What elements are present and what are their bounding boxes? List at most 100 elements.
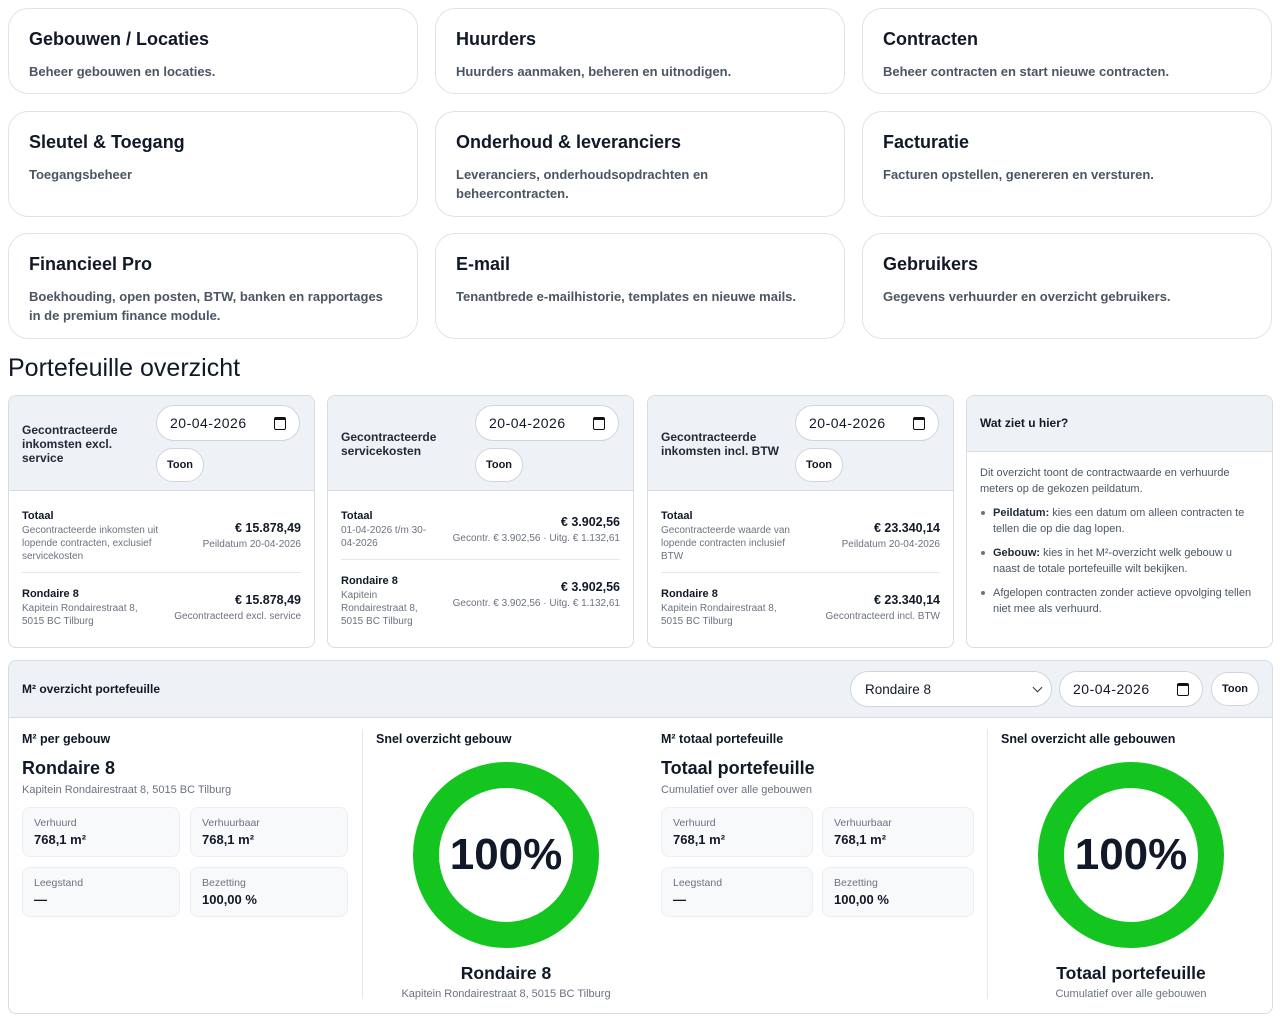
building-name: Rondaire 8 — [22, 758, 116, 778]
tile-title: E-mail — [456, 254, 511, 274]
row-sub: Gecontracteerde inkomsten uit lopende co… — [22, 525, 159, 562]
tile-desc: Toegangsbeheer — [29, 167, 133, 182]
tiles-row-1: Gebouwen / Locaties Beheer gebouwen en lo… — [8, 8, 1273, 94]
tile-desc: Beheer contracten en start nieuwe contra… — [883, 64, 1170, 79]
tiles-row-2: Sleutel & Toegang Toegangsbeheer Onderhou… — [8, 111, 1273, 217]
calendar-icon[interactable] — [1177, 683, 1189, 696]
list-item: Afgelopen contracten zonder actieve opvo… — [980, 585, 1259, 617]
calendar-icon[interactable] — [274, 417, 286, 430]
tile-email[interactable]: E-mail Tenantbrede e-mailhistorie, templa… — [435, 233, 845, 339]
building-address: Kapitein Rondairestraat 8, 5015 BC Tilbu… — [22, 784, 232, 796]
stat-verhuurbaar: Verhuurbaar 768,1 m² — [822, 807, 974, 857]
info-card: Wat ziet u hier? Dit overzicht toont de … — [966, 395, 1273, 648]
date-value: 20-04-2026 — [809, 415, 886, 431]
date-input[interactable]: 20-04-2026 — [156, 405, 300, 441]
list-item: Gebouw: kies in het M²-overzicht welk ge… — [980, 545, 1259, 577]
tile-gebouwen[interactable]: Gebouwen / Locaties Beheer gebouwen en lo… — [8, 8, 418, 94]
occupancy-ring: 100% — [1038, 762, 1224, 948]
row-meta: Peildatum 20-04-2026 — [202, 539, 301, 550]
row-amount: € 23.340,14 — [873, 521, 940, 535]
tile-onderhoud[interactable]: Onderhoud & leveranciers Leveranciers, on… — [435, 111, 845, 217]
chevron-down-icon — [1032, 682, 1043, 693]
total-row: Totaal Gecontracteerde inkomsten uit lop… — [22, 510, 301, 563]
row-amount: € 23.340,14 — [873, 593, 940, 607]
col-header: M² totaal portefeuille — [661, 732, 784, 746]
tile-title: Financieel Pro — [29, 254, 153, 274]
show-button[interactable]: Toon — [475, 448, 523, 482]
calendar-icon[interactable] — [913, 417, 925, 430]
tile-title: Gebruikers — [883, 254, 979, 274]
row-meta: Gecontracteerd excl. service — [174, 611, 301, 622]
ring-name: Rondaire 8 — [460, 963, 552, 983]
tile-title: Facturatie — [883, 132, 970, 152]
info-body: Dit overzicht toont de contractwaarde en… — [967, 452, 1272, 638]
info-intro: Dit overzicht toont de contractwaarde en… — [980, 467, 1230, 495]
m2-quick-all-col: Snel overzicht alle gebouwen 100% Totaal… — [988, 718, 1272, 1013]
date-value: 20-04-2026 — [170, 415, 247, 431]
show-button[interactable]: Toon — [156, 448, 204, 482]
ring-name: Totaal portefeuille — [1056, 963, 1206, 983]
row-sub: Gecontracteerde waarde van lopende contr… — [661, 525, 790, 562]
m2-title: M² overzicht portefeuille — [22, 682, 161, 696]
date-input[interactable]: 20-04-2026 — [795, 405, 939, 441]
tile-huurders[interactable]: Huurders Huurders aanmaken, beheren en ui… — [435, 8, 845, 94]
col-header: Snel overzicht gebouw — [376, 732, 512, 746]
row-meta: Gecontr. € 3.902,56 · Uitg. € 1.132,61 — [452, 598, 620, 609]
row-sub: Kapitein Rondairestraat 8, 5015 BC Tilbu… — [661, 603, 777, 627]
tile-title: Gebouwen / Locaties — [29, 29, 210, 49]
tile-financieel[interactable]: Financieel Pro Boekhouding, open posten, … — [8, 233, 418, 339]
card-income-excl: Gecontracteerde inkomsten excl. service … — [8, 395, 315, 648]
stat-bezetting: Bezetting 100,00 % — [190, 867, 348, 917]
m2-header: M² overzicht portefeuille Rondaire 8 20-… — [9, 661, 1272, 718]
tile-sleutel[interactable]: Sleutel & Toegang Toegangsbeheer — [8, 111, 418, 217]
tile-desc: Gegevens verhuurder en overzicht gebruik… — [883, 289, 1171, 304]
stat-verhuurbaar: Verhuurbaar 768,1 m² — [190, 807, 348, 857]
tile-desc: Boekhouding, open posten, BTW, banken en… — [29, 289, 383, 323]
m2-portfolio-col: M² totaal portefeuille Totaal portefeuil… — [648, 718, 987, 1013]
show-button[interactable]: Toon — [795, 448, 843, 482]
divider — [341, 559, 620, 560]
row-amount: € 3.902,56 — [560, 580, 620, 594]
stat-verhuurd: Verhuurd 768,1 m² — [22, 807, 180, 857]
portfolio-sub: Cumulatief over alle gebouwen — [661, 784, 813, 796]
portfolio-name: Totaal portefeuille — [661, 758, 815, 778]
date-value: 20-04-2026 — [1073, 681, 1150, 697]
calendar-icon[interactable] — [593, 417, 605, 430]
tile-contracten[interactable]: Contracten Beheer contracten en start nie… — [862, 8, 1272, 94]
show-button[interactable]: Toon — [1211, 672, 1259, 706]
card-title: Gecontracteerde servicekosten — [341, 430, 437, 458]
building-row: Rondaire 8 Kapitein Rondairestraat 8, 50… — [661, 588, 940, 628]
row-sub: 01-04-2026 t/m 30-04-2026 — [341, 525, 427, 549]
stat-leegstand: Leegstand — — [661, 867, 813, 917]
date-input[interactable]: 20-04-2026 — [1059, 671, 1203, 707]
section-title: Portefeuille overzicht — [8, 354, 241, 382]
tile-title: Contracten — [883, 29, 979, 49]
row-sub: Kapitein Rondairestraat 8, 5015 BC Tilbu… — [341, 590, 418, 627]
tile-desc: Tenantbrede e-mailhistorie, templates en… — [456, 289, 797, 304]
row-amount: € 15.878,49 — [234, 521, 301, 535]
card-service-costs: Gecontracteerde servicekosten 20-04-2026… — [327, 395, 634, 648]
row-amount: € 15.878,49 — [234, 593, 301, 607]
tile-facturatie[interactable]: Facturatie Facturen opstellen, genereren … — [862, 111, 1272, 217]
card-header: Gecontracteerde inkomsten excl. service … — [9, 396, 314, 491]
list-item: Peildatum: kies een datum om alleen cont… — [980, 505, 1259, 537]
tile-gebruikers[interactable]: Gebruikers Gegevens verhuurder en overzic… — [862, 233, 1272, 339]
info-title: Wat ziet u hier? — [967, 396, 1272, 452]
card-header: Gecontracteerde servicekosten 20-04-2026… — [328, 396, 633, 491]
tile-desc: Facturen opstellen, genereren en verstur… — [883, 167, 1154, 182]
m2-overview: M² overzicht portefeuille Rondaire 8 20-… — [8, 660, 1273, 1014]
date-input[interactable]: 20-04-2026 — [475, 405, 619, 441]
card-income-incl: Gecontracteerde inkomsten incl. BTW 20-0… — [647, 395, 954, 648]
tile-title: Onderhoud & leveranciers — [456, 132, 682, 152]
tile-desc: Beheer gebouwen en locaties. — [29, 64, 216, 79]
stat-leegstand: Leegstand — — [22, 867, 180, 917]
select-value: Rondaire 8 — [865, 681, 932, 697]
tile-title: Huurders — [456, 29, 537, 49]
divider — [22, 572, 301, 573]
info-list: Peildatum: kies een datum om alleen cont… — [980, 505, 1259, 617]
building-select[interactable]: Rondaire 8 — [850, 671, 1052, 707]
row-meta: Peildatum 20-04-2026 — [841, 539, 940, 550]
divider — [661, 572, 940, 573]
total-row: Totaal 01-04-2026 t/m 30-04-2026 € 3.902… — [341, 510, 620, 550]
date-value: 20-04-2026 — [489, 415, 566, 431]
